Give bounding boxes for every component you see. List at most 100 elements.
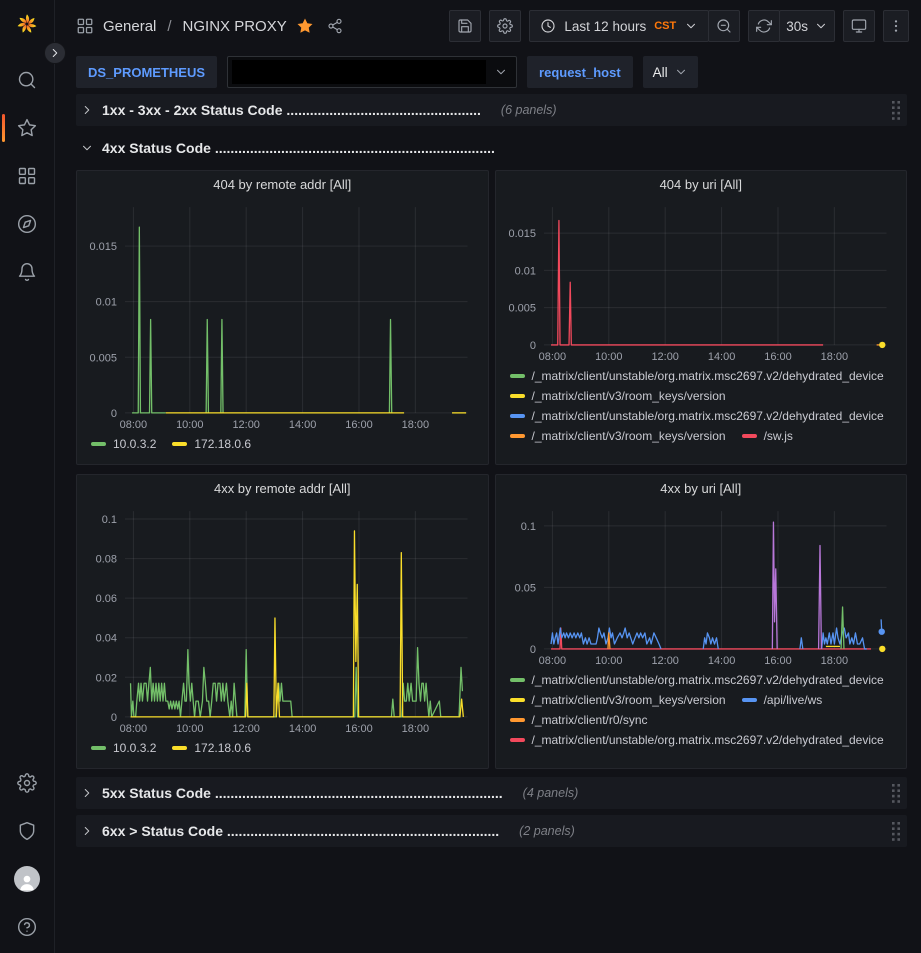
sidebar-expand-button[interactable] (44, 42, 66, 64)
sidebar-item-configuration[interactable] (0, 759, 55, 807)
svg-text:18:00: 18:00 (820, 655, 847, 667)
svg-text:16:00: 16:00 (345, 419, 372, 431)
chart-404-by-uri[interactable]: 08:0010:0012:0014:0016:0018:0000.0050.01… (506, 199, 897, 365)
legend-item[interactable]: /_matrix/client/unstable/org.matrix.msc2… (510, 369, 884, 383)
svg-text:0.1: 0.1 (520, 521, 535, 533)
svg-text:18:00: 18:00 (820, 351, 847, 363)
svg-text:10:00: 10:00 (595, 655, 622, 667)
time-picker-group: Last 12 hours CST (529, 10, 740, 42)
legend-swatch (742, 698, 757, 702)
legend-label: /_matrix/client/unstable/org.matrix.msc2… (532, 733, 884, 747)
legend-item[interactable]: /_matrix/client/r0/sync (510, 713, 648, 727)
dashboard-scroll-area: 1xx - 3xx - 2xx Status Code ............… (56, 92, 921, 853)
legend-label: /sw.js (764, 429, 793, 443)
datasource-variable-select[interactable] (227, 56, 517, 88)
svg-text:14:00: 14:00 (289, 419, 316, 431)
share-button[interactable] (327, 18, 343, 34)
svg-text:08:00: 08:00 (120, 723, 147, 735)
panel-4xx-by-remote-addr: 4xx by remote addr [All] 08:0010:0012:00… (76, 474, 489, 769)
chevron-right-icon (80, 103, 94, 117)
main-area: General / NGINX PROXY Last 12 hours CST (56, 0, 921, 853)
variables-row: DS_PROMETHEUS request_host All (56, 52, 921, 92)
legend-item[interactable]: /_matrix/client/unstable/org.matrix.msc2… (510, 673, 884, 687)
legend-item[interactable]: /_matrix/client/unstable/org.matrix.msc2… (510, 409, 884, 423)
sidebar-item-explore[interactable] (0, 200, 55, 248)
legend-item[interactable]: /sw.js (742, 429, 793, 443)
svg-text:0.015: 0.015 (508, 228, 535, 240)
sidebar-item-starred[interactable] (0, 104, 55, 152)
row-drag-handle[interactable] (892, 101, 901, 120)
apps-icon (76, 17, 94, 35)
chart-legend: 10.0.3.2 172.18.0.6 (87, 433, 478, 451)
legend-item[interactable]: /_matrix/client/v3/room_keys/version (510, 429, 726, 443)
svg-text:08:00: 08:00 (538, 351, 565, 363)
time-range-picker[interactable]: Last 12 hours CST (529, 10, 709, 42)
sidebar-item-search[interactable] (0, 56, 55, 104)
panel-title[interactable]: 4xx by uri [All] (506, 475, 897, 503)
dashboards-grid-button[interactable] (76, 17, 94, 35)
chevron-down-icon (814, 19, 828, 33)
legend-swatch (510, 434, 525, 438)
refresh-interval-picker[interactable]: 30s (779, 10, 835, 42)
row-title: 6xx > Status Code (102, 823, 223, 839)
gear-icon (17, 773, 37, 793)
legend-item[interactable]: 10.0.3.2 (91, 741, 156, 755)
panel-title[interactable]: 404 by remote addr [All] (87, 171, 478, 199)
chart-404-by-remote-addr[interactable]: 08:0010:0012:0014:0016:0018:0000.0050.01… (87, 199, 478, 433)
row-6xx-status-code[interactable]: 6xx > Status Code ......................… (76, 815, 907, 847)
sidebar-item-profile[interactable] (0, 855, 55, 903)
legend-item[interactable]: 172.18.0.6 (172, 437, 251, 451)
row-drag-handle[interactable] (892, 784, 901, 803)
grafana-logo-icon (16, 13, 38, 35)
legend-swatch (510, 414, 525, 418)
row-title: 4xx Status Code (102, 140, 211, 156)
legend-item[interactable]: 10.0.3.2 (91, 437, 156, 451)
breadcrumb-page-title[interactable]: NGINX PROXY (183, 18, 287, 35)
zoom-out-time-button[interactable] (708, 10, 740, 42)
datasource-variable-label[interactable]: DS_PROMETHEUS (76, 56, 217, 88)
legend-label: /_matrix/client/v3/room_keys/version (532, 693, 726, 707)
sidebar-nav-top (0, 56, 55, 296)
panel-title[interactable]: 4xx by remote addr [All] (87, 475, 478, 503)
chart-legend: /_matrix/client/unstable/org.matrix.msc2… (506, 365, 897, 443)
favorite-star-button[interactable] (296, 17, 314, 35)
panel-title[interactable]: 404 by uri [All] (506, 171, 897, 199)
row-4xx-status-code[interactable]: 4xx Status Code ........................… (76, 132, 907, 164)
panel-4xx-by-uri: 4xx by uri [All] 08:0010:0012:0014:0016:… (495, 474, 908, 769)
save-dashboard-button[interactable] (449, 10, 481, 42)
grafana-logo[interactable] (0, 0, 55, 48)
sidebar-item-dashboards[interactable] (0, 152, 55, 200)
chevron-down-icon (494, 65, 508, 79)
chart-4xx-by-uri[interactable]: 08:0010:0012:0014:0016:0018:0000.050.1 (506, 503, 897, 669)
legend-item[interactable]: /_matrix/client/v3/room_keys/version (510, 693, 726, 707)
breadcrumb-section[interactable]: General (103, 18, 156, 35)
top-navbar: General / NGINX PROXY Last 12 hours CST (56, 0, 921, 52)
sidebar-item-alerting[interactable] (0, 248, 55, 296)
sidebar-item-server-admin[interactable] (0, 807, 55, 855)
dashboard-settings-button[interactable] (489, 10, 521, 42)
request-host-variable-select[interactable]: All (643, 56, 698, 88)
legend-label: 172.18.0.6 (194, 741, 251, 755)
svg-text:14:00: 14:00 (707, 655, 734, 667)
panel-404-by-remote-addr: 404 by remote addr [All] 08:0010:0012:00… (76, 170, 489, 465)
svg-text:12:00: 12:00 (651, 655, 678, 667)
svg-text:12:00: 12:00 (232, 419, 259, 431)
refresh-icon (756, 18, 772, 34)
legend-item[interactable]: /api/live/ws (742, 693, 823, 707)
cycle-view-mode-button[interactable] (843, 10, 875, 42)
row-drag-handle[interactable] (892, 822, 901, 841)
row-5xx-status-code[interactable]: 5xx Status Code ........................… (76, 777, 907, 809)
gear-icon (497, 18, 513, 34)
legend-item[interactable]: 172.18.0.6 (172, 741, 251, 755)
chart-4xx-by-remote-addr[interactable]: 08:0010:0012:0014:0016:0018:0000.020.040… (87, 503, 478, 737)
legend-item[interactable]: /_matrix/client/unstable/org.matrix.msc2… (510, 733, 884, 747)
person-icon (17, 872, 37, 892)
sidebar-item-help[interactable] (0, 903, 55, 951)
more-options-button[interactable] (883, 10, 909, 42)
request-host-variable-label[interactable]: request_host (527, 56, 633, 88)
refresh-button[interactable] (748, 10, 780, 42)
row-1xx-3xx-2xx-status-code[interactable]: 1xx - 3xx - 2xx Status Code ............… (76, 94, 907, 126)
sidebar-nav-bottom (0, 759, 55, 953)
legend-item[interactable]: /_matrix/client/v3/room_keys/version (510, 389, 726, 403)
row-panel-count: (2 panels) (519, 824, 575, 838)
